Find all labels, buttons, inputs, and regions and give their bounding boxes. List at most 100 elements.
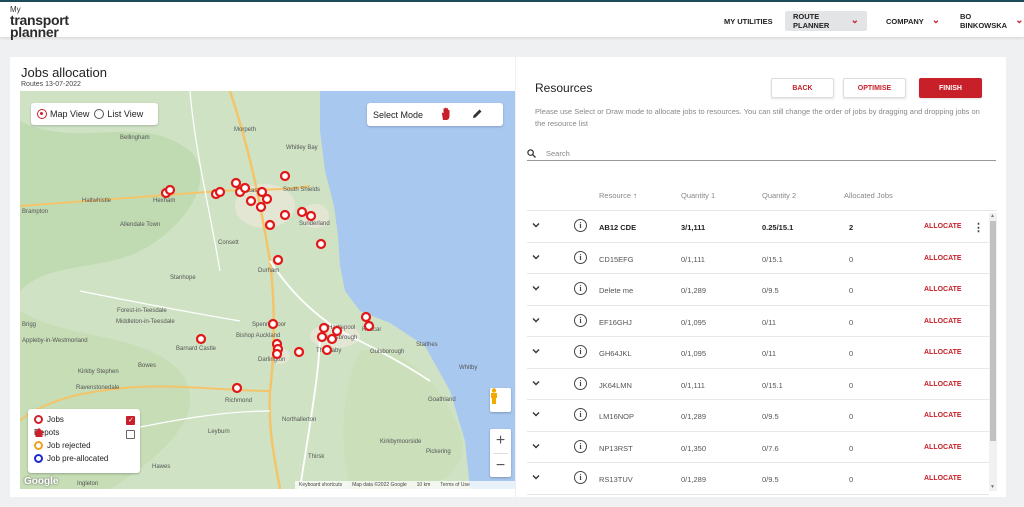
allocate-button[interactable]: ALLOCATE — [924, 381, 962, 388]
table-row[interactable]: i AB12 CDE 3/1,111 0.25/15.1 2 ALLOCATE … — [527, 211, 989, 243]
col-allocated-jobs[interactable]: Allocated Jobs — [844, 191, 893, 200]
resource-name: EF16GHJ — [599, 317, 632, 327]
allocate-button[interactable]: ALLOCATE — [924, 412, 962, 419]
street-view-pegman-icon[interactable] — [490, 388, 511, 412]
allocate-button[interactable]: ALLOCATE — [924, 255, 962, 262]
chevron-down-icon[interactable] — [531, 441, 541, 453]
back-button[interactable]: BACK — [771, 78, 834, 98]
jobs-checkbox[interactable] — [126, 416, 135, 425]
scroll-up-icon[interactable]: ▲ — [990, 213, 995, 219]
nav-route-planner[interactable]: ROUTE PLANNER ⌄ — [785, 11, 867, 31]
allocate-button[interactable]: ALLOCATE — [924, 475, 962, 482]
svg-text:Ingleton: Ingleton — [77, 481, 98, 487]
allocate-button[interactable]: ALLOCATE — [924, 223, 962, 230]
chevron-down-icon[interactable] — [531, 220, 541, 232]
table-header: Resource ↑ Quantity 1 Quantity 2 Allocat… — [527, 186, 997, 211]
allocate-button[interactable]: ALLOCATE — [924, 286, 962, 293]
map-canvas[interactable]: Morpeth Whitley Bay South Shields Bellin… — [20, 91, 515, 489]
svg-text:Sunderland: Sunderland — [299, 221, 330, 227]
radio-selected-icon[interactable] — [37, 109, 47, 119]
table-row[interactable]: i NP13RST 0/1,350 0/7.6 0 ALLOCATE — [527, 432, 989, 463]
quantity-1: 0/1,289 — [681, 286, 707, 295]
chevron-down-icon[interactable] — [531, 472, 541, 484]
optimise-button[interactable]: OPTIMISE — [843, 78, 906, 98]
info-icon[interactable]: i — [574, 471, 587, 484]
zoom-out-button[interactable]: − — [490, 454, 511, 478]
col-quantity-1[interactable]: Quantity 1 — [681, 191, 715, 200]
list-view-option[interactable]: List View — [94, 109, 143, 119]
allocated-jobs: 0 — [849, 349, 854, 358]
depots-checkbox[interactable] — [126, 430, 135, 439]
ring-orange-icon — [34, 441, 43, 450]
kebab-menu-icon[interactable]: ⋮ — [973, 223, 984, 234]
keyboard-shortcuts-link[interactable]: Keyboard shortcuts — [299, 482, 342, 488]
nav-user-menu[interactable]: BO BINKOWSKA ⌄ — [952, 11, 1024, 31]
nav-my-utilities[interactable]: MY UTILITIES — [716, 11, 781, 31]
table-row[interactable]: i Delete me 0/1,289 0/9.5 0 ALLOCATE — [527, 274, 989, 306]
resource-name: AB12 CDE — [599, 223, 637, 232]
info-icon[interactable]: i — [574, 250, 587, 264]
quantity-1: 3/1,111 — [681, 223, 706, 232]
table-row[interactable]: i CD15EFG 0/1,111 0/15.1 0 ALLOCATE — [527, 243, 989, 274]
info-icon[interactable]: i — [574, 282, 587, 295]
zoom-in-button[interactable]: + — [490, 429, 511, 453]
page-title: Jobs allocation — [21, 65, 107, 80]
resource-name: GH64JKL — [599, 349, 632, 358]
info-icon[interactable]: i — [574, 219, 587, 232]
info-icon[interactable]: i — [574, 439, 587, 453]
table-scrollbar[interactable]: ▲ ▼ — [989, 213, 997, 491]
legend-depots: Depots — [34, 428, 59, 437]
chevron-down-icon[interactable] — [531, 252, 541, 264]
allocate-button[interactable]: ALLOCATE — [924, 318, 962, 325]
terms-link[interactable]: Terms of Use — [440, 482, 469, 488]
scrollbar-thumb[interactable] — [990, 221, 996, 441]
search-field[interactable]: Search — [527, 146, 996, 161]
svg-text:Staithes: Staithes — [416, 342, 438, 348]
legend-label: Jobs — [47, 415, 64, 424]
view-toggle: Map View List View — [31, 103, 158, 125]
resources-panel: Resources BACK OPTIMISE FINISH Please us… — [516, 57, 1006, 497]
chevron-down-icon[interactable] — [531, 409, 541, 421]
quantity-1: 0/1,111 — [681, 254, 705, 264]
radio-unselected-icon[interactable] — [94, 109, 105, 119]
svg-text:Ravenstonedale: Ravenstonedale — [76, 385, 120, 391]
svg-text:Allendale Town: Allendale Town — [120, 222, 160, 228]
table-row[interactable]: i JK64LMN 0/1,111 0/15.1 0 ALLOCATE — [527, 369, 989, 400]
search-input[interactable]: Search — [546, 149, 570, 158]
chevron-down-icon[interactable] — [531, 283, 541, 295]
map-view-option[interactable]: Map View — [37, 109, 89, 119]
col-quantity-2[interactable]: Quantity 2 — [762, 191, 796, 200]
svg-text:Forest-in-Teesdale: Forest-in-Teesdale — [117, 308, 167, 314]
house-icon — [34, 428, 44, 437]
allocate-button[interactable]: ALLOCATE — [924, 444, 962, 451]
nav-label: ROUTE PLANNER — [793, 12, 830, 30]
table-row[interactable]: i EF16GHJ 0/1,095 0/11 0 ALLOCATE — [527, 306, 989, 337]
allocate-button[interactable]: ALLOCATE — [924, 349, 962, 356]
app-logo[interactable]: My transport planner — [10, 5, 69, 39]
resource-name: CD15EFG — [599, 254, 634, 264]
legend-job-rejected: Job rejected — [34, 441, 91, 450]
table-row[interactable]: i LM16NOP 0/1,289 0/9.5 0 ALLOCATE — [527, 400, 989, 432]
chevron-down-icon[interactable] — [531, 378, 541, 390]
info-icon[interactable]: i — [574, 376, 587, 390]
svg-text:Hexham: Hexham — [153, 198, 175, 204]
col-resource[interactable]: Resource ↑ — [599, 191, 637, 200]
google-logo: Google — [24, 476, 59, 487]
resource-name: NP13RST — [599, 443, 633, 453]
zoom-control: + − — [490, 429, 511, 477]
nav-company[interactable]: COMPANY ⌄ — [878, 11, 948, 31]
table-row[interactable]: i RS13TUV 0/1,289 0/9.5 0 ALLOCATE — [527, 463, 989, 495]
svg-text:Whitley Bay: Whitley Bay — [286, 145, 318, 151]
chevron-down-icon[interactable] — [531, 346, 541, 358]
scroll-down-icon[interactable]: ▼ — [990, 484, 995, 490]
allocated-jobs: 2 — [849, 223, 854, 232]
finish-button[interactable]: FINISH — [919, 78, 982, 98]
info-icon[interactable]: i — [574, 345, 587, 358]
chevron-down-icon[interactable] — [531, 315, 541, 327]
map-attribution: Keyboard shortcuts Map data ©2022 Google… — [295, 481, 515, 489]
info-icon[interactable]: i — [574, 313, 587, 327]
table-row[interactable]: i GH64JKL 0/1,095 0/11 0 ALLOCATE — [527, 337, 989, 369]
page-subtitle: Routes 13-07-2022 — [21, 81, 81, 88]
quantity-2: 0.25/15.1 — [762, 223, 794, 232]
info-icon[interactable]: i — [574, 408, 587, 421]
